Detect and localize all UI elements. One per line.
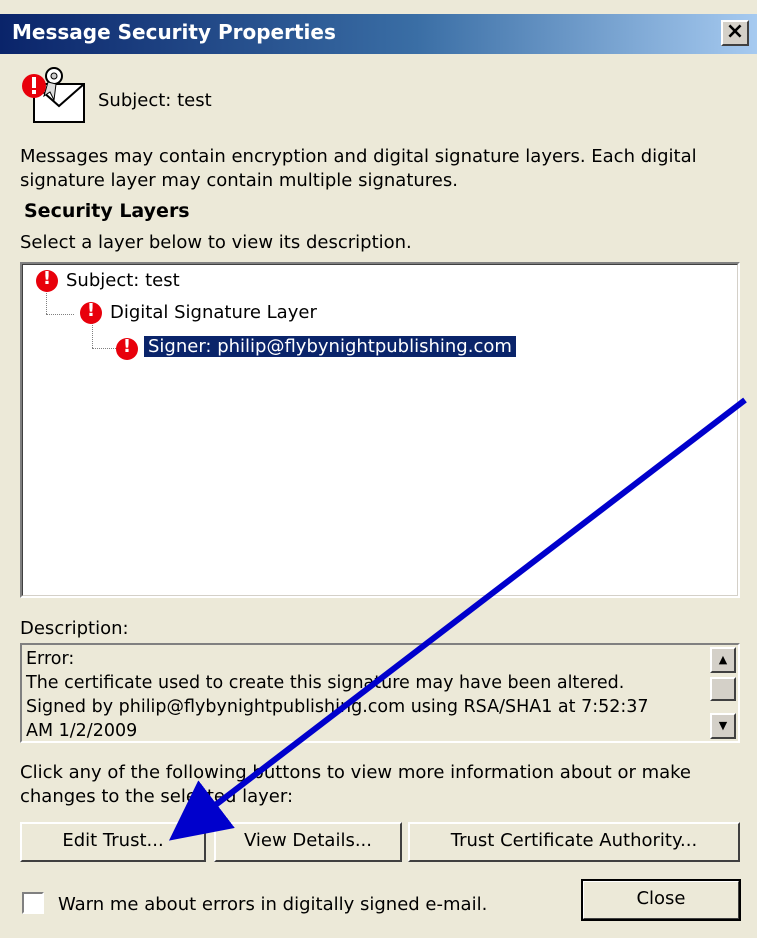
tree-item-label-selected: Signer: philip@flybynightpublishing.com [144, 336, 516, 357]
description-line: AM 1/2/2009 [26, 721, 138, 741]
intro-line-1: Messages may contain encryption and digi… [20, 146, 697, 167]
subject-line: Subject: test [98, 90, 212, 111]
message-security-properties-dialog: Message Security Properties × Subject: t… [0, 0, 757, 938]
actions-info-line-1: Click any of the following buttons to vi… [20, 762, 692, 783]
view-details-button[interactable]: View Details... [214, 822, 402, 862]
envelope-error-icon [22, 67, 85, 123]
scroll-thumb[interactable] [710, 677, 736, 701]
close-button[interactable]: Close [581, 879, 741, 921]
tree-item-label: Digital Signature Layer [110, 302, 317, 323]
description-box[interactable]: Error: The certificate used to create th… [20, 643, 740, 743]
trust-certificate-authority-button[interactable]: Trust Certificate Authority... [408, 822, 740, 862]
error-icon [80, 300, 102, 324]
error-icon [116, 336, 138, 360]
description-label: Description: [20, 618, 129, 639]
error-icon [36, 268, 58, 292]
title-bar: Message Security Properties × [0, 14, 757, 54]
scroll-down-icon[interactable]: ▼ [710, 713, 736, 739]
close-icon[interactable]: × [721, 20, 749, 46]
scroll-up-icon[interactable]: ▲ [710, 647, 736, 673]
security-layers-instruction: Select a layer below to view its descrip… [20, 232, 412, 253]
actions-info-line-2: changes to the selected layer: [20, 786, 294, 807]
intro-line-2: signature layer may contain multiple sig… [20, 170, 458, 191]
security-layers-heading: Security Layers [24, 200, 190, 222]
description-line: The certificate used to create this sign… [26, 673, 625, 693]
description-line: Error: [26, 649, 75, 669]
warn-errors-checkbox[interactable] [22, 892, 44, 914]
description-line: Signed by philip@flybynightpublishing.co… [26, 697, 649, 717]
tree-item-label: Subject: test [66, 270, 180, 291]
dialog-title: Message Security Properties [12, 20, 336, 44]
edit-trust-button[interactable]: Edit Trust... [20, 822, 206, 862]
description-scrollbar[interactable]: ▲ ▼ [710, 647, 736, 739]
warn-errors-label: Warn me about errors in digitally signed… [58, 894, 488, 915]
security-layers-tree[interactable]: Subject: test Digital Signature Layer Si… [20, 262, 740, 598]
